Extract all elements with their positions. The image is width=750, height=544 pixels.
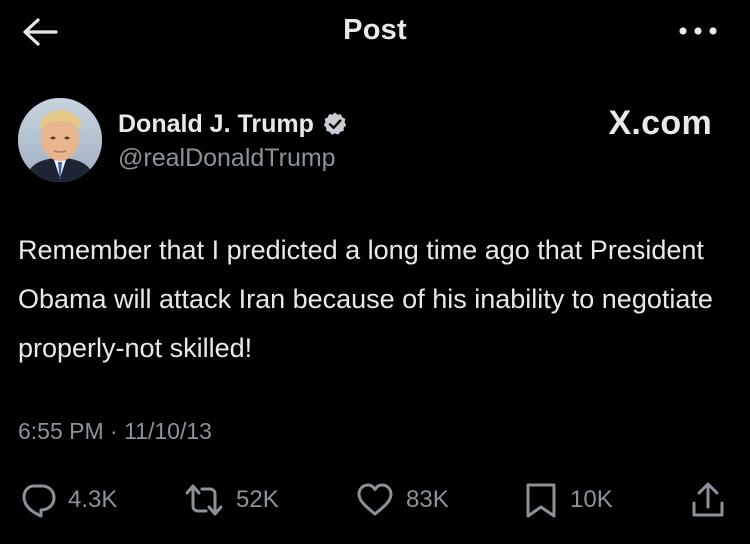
author-handle[interactable]: @realDonaldTrump	[118, 144, 348, 173]
avatar-image	[18, 98, 102, 182]
like-button[interactable]: 83K	[356, 474, 449, 526]
repost-count: 52K	[236, 486, 279, 513]
tweet-timestamp[interactable]: 6:55 PM · 11/10/13	[18, 418, 212, 445]
reply-count: 4.3K	[68, 486, 118, 513]
more-options-button[interactable]	[676, 18, 720, 44]
like-count: 83K	[406, 486, 449, 513]
bookmark-count: 10K	[570, 486, 613, 513]
reply-icon	[22, 484, 56, 518]
repost-icon	[185, 484, 223, 516]
author-info: Donald J. Trump @realDonaldTrump	[118, 108, 348, 173]
action-bar: 4.3K 52K 83K 10K	[0, 474, 750, 526]
bookmark-icon	[526, 483, 556, 518]
avatar[interactable]	[18, 98, 102, 182]
reply-button[interactable]: 4.3K	[20, 474, 117, 526]
x-com-watermark: X.com	[608, 104, 712, 142]
more-horizontal-icon	[679, 27, 717, 35]
name-row: Donald J. Trump	[118, 108, 348, 140]
heart-icon	[357, 483, 393, 516]
bookmark-button[interactable]: 10K	[524, 474, 613, 526]
author-display-name[interactable]: Donald J. Trump	[118, 110, 314, 139]
share-icon	[692, 482, 724, 517]
tweet-text: Remember that I predicted a long time ag…	[18, 235, 713, 363]
top-bar: Post	[0, 0, 750, 62]
verified-badge-icon[interactable]	[322, 111, 348, 137]
share-button[interactable]	[690, 474, 726, 526]
repost-button[interactable]: 52K	[184, 474, 279, 526]
page-title: Post	[343, 14, 407, 46]
